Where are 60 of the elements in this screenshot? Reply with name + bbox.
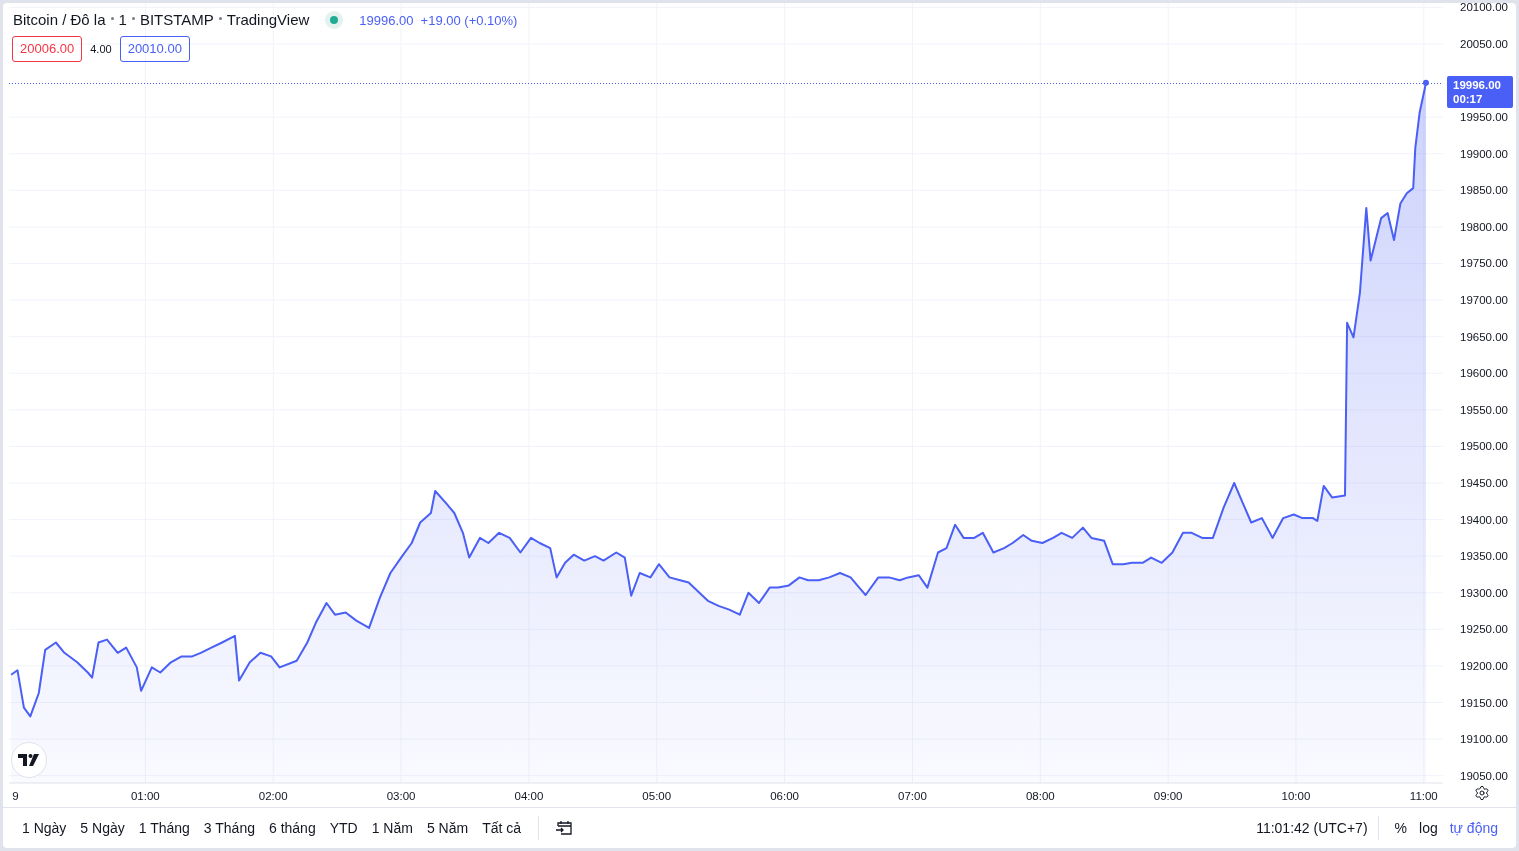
source-label: TradingView (226, 10, 310, 30)
price-axis-label: 19300.00 (1460, 586, 1508, 599)
scale-toggle[interactable]: % (1388, 813, 1413, 843)
price-axis-label: 19400.00 (1460, 513, 1508, 526)
time-axis-label: 07:00 (898, 790, 927, 802)
range-button[interactable]: 3 Tháng (196, 813, 262, 843)
exchange-label: BITSTAMP (139, 10, 214, 30)
range-button[interactable]: 5 Năm (419, 813, 476, 843)
price-axis-label: 19800.00 (1460, 220, 1508, 233)
current-price: 19996.00 (359, 11, 414, 30)
bid-price: 20006.00 (12, 36, 83, 62)
time-axis-label: 08:00 (1025, 790, 1055, 802)
range-button[interactable]: 1 Năm (364, 813, 420, 843)
price-axis-label: 19250.00 (1460, 623, 1508, 636)
price-axis-label: 19450.00 (1460, 477, 1508, 489)
last-price-label: 19996.00 00:17 (1447, 75, 1513, 108)
range-button[interactable]: 6 tháng (261, 813, 323, 843)
price-axis-label: 19350.00 (1460, 550, 1508, 563)
price-axis-label: 19850.00 (1460, 184, 1508, 197)
day-axis-label: 9 (12, 790, 19, 802)
interval-label: 1 (118, 10, 127, 30)
time-axis-label: 01:00 (131, 790, 160, 802)
price-axis-label: 19700.00 (1460, 294, 1508, 307)
price-axis-label: 19900.00 (1460, 147, 1508, 160)
range-button[interactable]: YTD (322, 813, 365, 843)
price-change: +19.00 (+0.10%) (420, 11, 518, 30)
range-button[interactable]: 1 Ngày (15, 813, 74, 843)
time-axis-label: 11:00 (1409, 790, 1438, 802)
calendar-icon (555, 819, 574, 837)
time-axis-label: 05:00 (642, 790, 672, 802)
price-axis-label: 19150.00 (1460, 696, 1508, 709)
settings-icon[interactable] (1474, 785, 1490, 801)
range-button[interactable]: 5 Ngày (73, 813, 132, 843)
price-axis-label: 19950.00 (1460, 111, 1508, 124)
time-axis-label: 10:00 (1281, 790, 1311, 802)
time-axis-label: 03:00 (386, 790, 416, 802)
price-axis-label: 20100.00 (1460, 3, 1508, 14)
clock-time: 11:01:42 (UTC+7) (1256, 818, 1368, 838)
last-price-dot (1422, 79, 1429, 86)
symbol-name: Bitcoin / Đô la (13, 10, 106, 30)
time-axis-label: 06:00 (770, 790, 799, 802)
time-axis-label: 09:00 (1153, 790, 1183, 802)
spread-value: 4.00 (90, 41, 112, 57)
price-axis-label: 19550.00 (1460, 403, 1508, 416)
range-button[interactable]: 1 Tháng (131, 813, 197, 843)
price-axis-label: 19600.00 (1460, 367, 1508, 380)
scale-toggle[interactable]: tự động (1443, 813, 1504, 843)
price-axis-label: 19500.00 (1460, 440, 1508, 453)
price-axis-label: 19650.00 (1460, 330, 1508, 343)
logo-icon (18, 754, 40, 766)
scale-toggle[interactable]: log (1413, 813, 1444, 843)
ask-price: 20010.00 (119, 36, 190, 62)
time-axis-label: 04:00 (514, 790, 544, 802)
price-axis-label: 19200.00 (1460, 659, 1508, 672)
price-axis-label: 19050.00 (1460, 769, 1508, 782)
price-axis-label: 19750.00 (1460, 257, 1508, 270)
price-axis-label: 19100.00 (1460, 733, 1508, 746)
price-axis-label: 20050.00 (1460, 38, 1508, 50)
time-axis-label: 02:00 (258, 790, 288, 802)
range-button[interactable]: Tất cả (475, 813, 529, 843)
